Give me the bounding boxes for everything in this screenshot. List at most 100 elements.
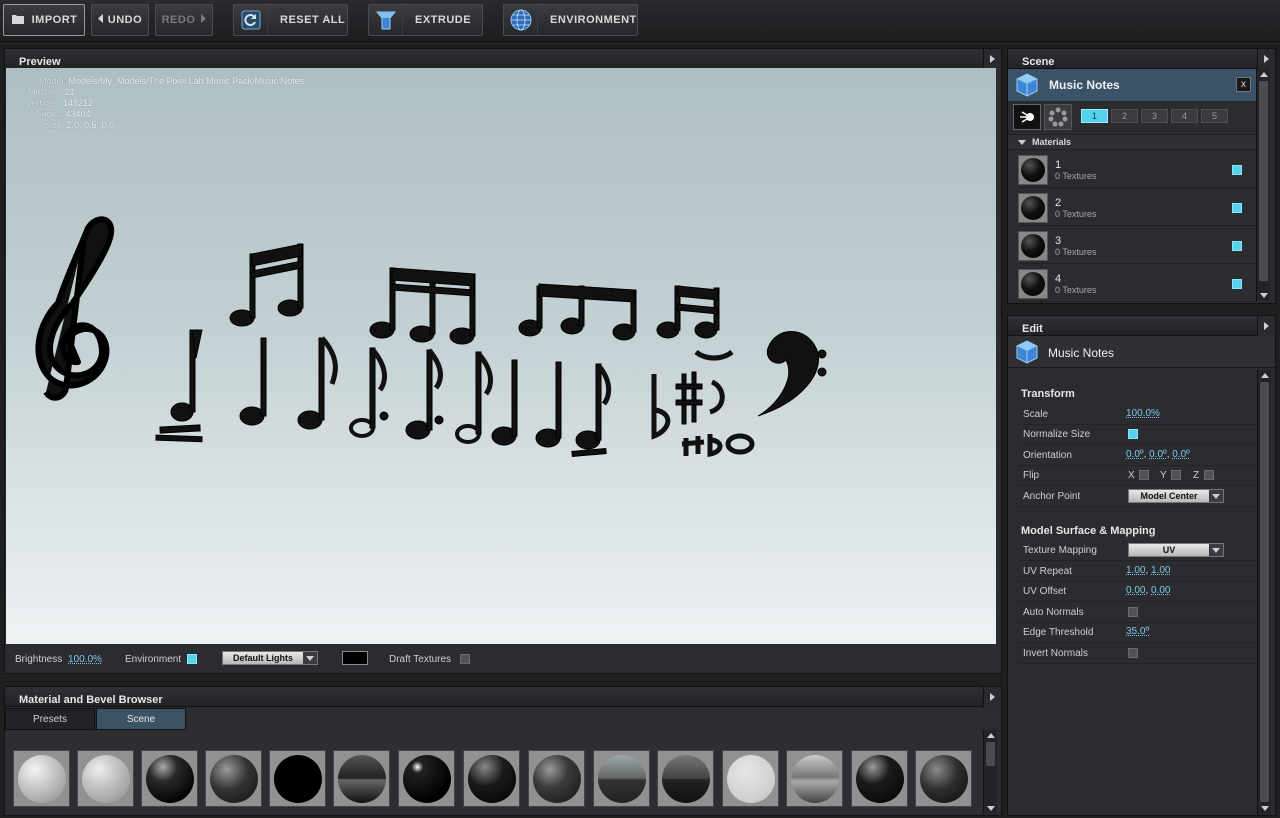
- material-set-tab-3[interactable]: 3: [1141, 109, 1168, 123]
- material-item[interactable]: 2 0 Textures: [1018, 189, 1256, 226]
- environment-checkbox[interactable]: [187, 654, 197, 664]
- arrow-right-icon: [200, 14, 207, 26]
- texture-mapping-value: UV: [1162, 545, 1176, 555]
- preview-expand-button[interactable]: [983, 49, 1001, 69]
- material-visible-checkbox[interactable]: [1232, 165, 1242, 175]
- material-item[interactable]: 1 0 Textures: [1018, 151, 1256, 188]
- invert-normals-checkbox[interactable]: [1128, 648, 1138, 658]
- material-preset[interactable]: [141, 750, 198, 807]
- extrude-button[interactable]: EXTRUDE: [368, 4, 483, 36]
- material-item[interactable]: 3 0 Textures: [1018, 227, 1256, 264]
- surface-section-title: Model Surface & Mapping: [1021, 525, 1156, 537]
- uv-repeat-v-value[interactable]: 1.00: [1151, 565, 1170, 576]
- material-set-tab-4[interactable]: 4: [1171, 109, 1198, 123]
- scrollbar-thumb[interactable]: [1259, 81, 1268, 281]
- material-sphere: [337, 754, 386, 803]
- texture-mapping-label: Texture Mapping: [1023, 545, 1097, 556]
- uv-repeat-u-value[interactable]: 1.00: [1126, 565, 1145, 576]
- close-icon: x: [1241, 79, 1246, 90]
- flip-x-checkbox[interactable]: [1139, 470, 1149, 480]
- material-preset[interactable]: [269, 750, 326, 807]
- material-preset[interactable]: [528, 750, 585, 807]
- scene-expand-button[interactable]: [1257, 49, 1275, 69]
- anchor-point-dropdown[interactable]: Model Center: [1128, 489, 1224, 503]
- material-set-tab-5[interactable]: 5: [1201, 109, 1228, 123]
- invert-normals-row: Invert Normals: [1018, 643, 1260, 664]
- material-preset[interactable]: [77, 750, 134, 807]
- flip-z-checkbox[interactable]: [1204, 470, 1214, 480]
- material-sphere: [532, 754, 581, 803]
- material-set-tab-2[interactable]: 2: [1111, 109, 1138, 123]
- material-preset[interactable]: [851, 750, 908, 807]
- material-visible-checkbox[interactable]: [1232, 241, 1242, 251]
- material-preset[interactable]: [333, 750, 390, 807]
- material-preset[interactable]: [915, 750, 972, 807]
- material-sphere: [661, 754, 710, 803]
- orientation-y-value[interactable]: 0.0º: [1149, 449, 1167, 460]
- material-set-tab-1[interactable]: 1: [1081, 109, 1108, 123]
- scale-value[interactable]: 100.0%: [1126, 408, 1160, 419]
- uv-offset-row: UV Offset 0.00, 0.00: [1018, 581, 1260, 602]
- uv-offset-values: 0.00, 0.00: [1126, 585, 1171, 596]
- material-preset[interactable]: [722, 750, 779, 807]
- material-item[interactable]: 4 0 Textures: [1018, 265, 1256, 302]
- reset-all-button[interactable]: RESET ALL: [233, 4, 348, 36]
- anchor-point-value: Model Center: [1140, 491, 1198, 501]
- material-preset[interactable]: [657, 750, 714, 807]
- material-sphere: [726, 754, 775, 803]
- materials-section-header[interactable]: Materials: [1008, 134, 1256, 150]
- scene-graph-view-button[interactable]: [1013, 104, 1041, 130]
- normalize-size-checkbox[interactable]: [1128, 429, 1138, 439]
- material-preset[interactable]: [205, 750, 262, 807]
- normalize-size-label: Normalize Size: [1023, 429, 1091, 440]
- material-browser-expand-button[interactable]: [983, 687, 1001, 707]
- uv-offset-v-value[interactable]: 0.00: [1151, 585, 1170, 596]
- tab-presets[interactable]: Presets: [5, 708, 95, 730]
- import-button[interactable]: IMPORT: [3, 4, 85, 36]
- edit-expand-button[interactable]: [1257, 316, 1275, 336]
- material-sphere: [919, 754, 968, 803]
- scrollbar-thumb[interactable]: [1260, 382, 1269, 802]
- material-preset[interactable]: [593, 750, 650, 807]
- material-preset[interactable]: [13, 750, 70, 807]
- material-preset[interactable]: [463, 750, 520, 807]
- edit-object-row: Music Notes: [1008, 336, 1275, 368]
- material-browser-header: Material and Bevel Browser: [5, 687, 1001, 707]
- tab-scene-label: Scene: [126, 713, 156, 725]
- uv-offset-u-value[interactable]: 0.00: [1126, 585, 1145, 596]
- environment-button[interactable]: ENVIRONMENT: [503, 4, 638, 36]
- texture-mapping-dropdown[interactable]: UV: [1128, 543, 1224, 557]
- tab-scene[interactable]: Scene: [96, 708, 186, 730]
- material-sphere: [273, 754, 322, 803]
- environment-label: Environment: [125, 654, 182, 665]
- scene-object-row[interactable]: Music Notes x: [1008, 69, 1256, 101]
- scroll-down-icon: [987, 806, 995, 811]
- draft-textures-checkbox[interactable]: [460, 654, 470, 664]
- auto-normals-checkbox[interactable]: [1128, 607, 1138, 617]
- orientation-x-value[interactable]: 0.0º: [1126, 449, 1144, 460]
- material-sphere: [597, 754, 646, 803]
- material-browser-scrollbar[interactable]: [983, 730, 997, 814]
- viewport[interactable]: Model: Models/My_Models/The Pixel Lab Mu…: [6, 68, 996, 644]
- flip-y-checkbox[interactable]: [1171, 470, 1181, 480]
- material-dots-view-button[interactable]: [1044, 104, 1072, 130]
- material-preset[interactable]: [786, 750, 843, 807]
- brightness-value[interactable]: 100.0%: [68, 654, 102, 665]
- transform-section-title: Transform: [1021, 388, 1075, 400]
- environment-label: ENVIRONMENT: [550, 14, 637, 26]
- material-visible-checkbox[interactable]: [1232, 203, 1242, 213]
- background-color-swatch[interactable]: [342, 651, 368, 665]
- undo-button[interactable]: UNDO: [91, 4, 149, 36]
- edge-threshold-label: Edge Threshold: [1023, 627, 1094, 638]
- lights-dropdown[interactable]: Default Lights: [222, 651, 318, 665]
- redo-button[interactable]: REDO: [155, 4, 213, 36]
- scene-scrollbar[interactable]: [1256, 69, 1270, 301]
- scrollbar-thumb[interactable]: [986, 742, 995, 766]
- edge-threshold-value[interactable]: 35.0º: [1126, 626, 1149, 637]
- orientation-row: Orientation 0.0º, 0.0º, 0.0º: [1018, 445, 1260, 466]
- material-visible-checkbox[interactable]: [1232, 279, 1242, 289]
- material-preset[interactable]: [398, 750, 455, 807]
- scene-object-remove-button[interactable]: x: [1236, 77, 1251, 92]
- orientation-z-value[interactable]: 0.0º: [1172, 449, 1190, 460]
- edit-scrollbar[interactable]: [1257, 370, 1271, 814]
